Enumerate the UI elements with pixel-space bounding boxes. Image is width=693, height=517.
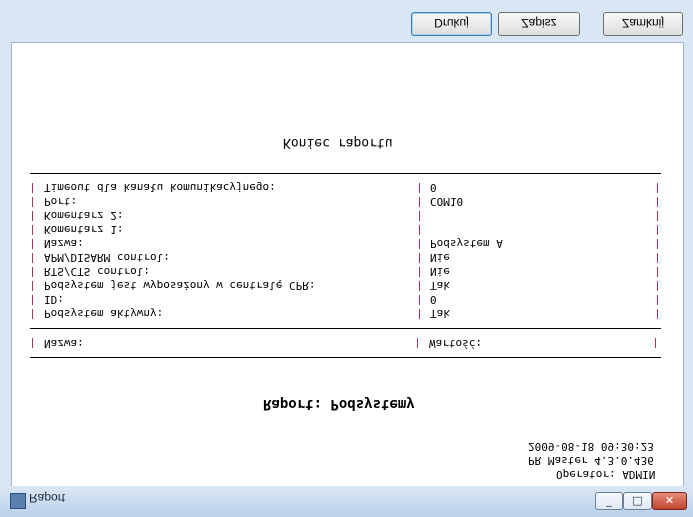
report-end-title: Koniec raportu: [283, 135, 393, 150]
app-icon: [10, 493, 26, 509]
table-divider: [30, 328, 661, 329]
cell-border: [657, 197, 658, 207]
table-row-label: Komentarz 1:: [44, 223, 124, 236]
close-button[interactable]: Zamknij: [603, 12, 683, 36]
column-header-name: Nazwa:: [44, 337, 84, 350]
cell-border: [657, 267, 658, 277]
cell-border: [419, 225, 420, 235]
cell-border: [657, 211, 658, 221]
table-row-label: ID:: [44, 293, 64, 306]
cell-border: [32, 253, 33, 263]
report-title: Raport: Podsystemy: [263, 396, 415, 412]
column-header-value: Wartość:: [429, 337, 482, 350]
cell-border: [419, 183, 420, 193]
window-title: Raport: [29, 491, 66, 505]
cell-border: [419, 309, 420, 319]
cell-border: [32, 338, 33, 348]
cell-border: [32, 309, 33, 319]
table-row-label: Komentarz 2:: [44, 209, 124, 222]
table-row-value: Tak: [430, 279, 450, 292]
cell-border: [32, 211, 33, 221]
table-row-value: 0: [430, 293, 437, 306]
cell-border: [657, 225, 658, 235]
minimize-button[interactable]: _: [595, 492, 623, 510]
cell-border: [419, 267, 420, 277]
cell-border: [32, 281, 33, 291]
table-top-line: [30, 173, 661, 174]
cell-border: [657, 253, 658, 263]
cell-border: [32, 295, 33, 305]
cell-border: [657, 295, 658, 305]
maximize-button[interactable]: □: [623, 492, 652, 510]
table-row-label: Nazwa:: [44, 237, 84, 250]
cell-border: [419, 253, 420, 263]
window-close-button[interactable]: ✕: [652, 492, 687, 510]
table-row-value: Podsystem A: [430, 237, 503, 250]
table-row-value: Tak: [430, 307, 450, 320]
cell-border: [657, 183, 658, 193]
cell-border: [655, 338, 656, 348]
table-row-value: Nie: [430, 251, 450, 264]
cell-border: [419, 211, 420, 221]
table-row-label: Timeout dla kanału komunikacyjnego:: [44, 181, 276, 194]
cell-border: [32, 225, 33, 235]
print-button[interactable]: Drukuj: [411, 12, 492, 36]
report-operator: Operator: ADMIN: [556, 468, 656, 481]
report-version: PR Master 4.3.0.436: [528, 454, 654, 467]
table-row-label: Port:: [44, 195, 78, 208]
table-row-label: RTS/CTS control:: [44, 265, 150, 278]
cell-border: [657, 239, 658, 249]
cell-border: [657, 281, 658, 291]
cell-border: [32, 267, 33, 277]
cell-border: [32, 197, 33, 207]
table-row-label: Podsystem aktywny:: [44, 307, 164, 320]
cell-border: [419, 197, 420, 207]
table-row-value: 0: [430, 181, 437, 194]
cell-border: [419, 281, 420, 291]
report-datetime: 2009-08-18 09:30:23: [528, 440, 654, 453]
cell-border: [419, 295, 420, 305]
table-bottom-line: [30, 357, 661, 358]
cell-border: [32, 183, 33, 193]
toolbar: Drukuj Zapisz Zamknij: [0, 0, 693, 42]
cell-border: [417, 338, 418, 348]
table-row-label: APM/DISARM control:: [44, 251, 170, 264]
cell-border: [32, 239, 33, 249]
report-window: Drukuj Zapisz Zamknij Koniec raportu Tim…: [0, 0, 693, 517]
cell-border: [657, 309, 658, 319]
cell-border: [419, 239, 420, 249]
table-row-value: Nie: [430, 265, 450, 278]
save-button[interactable]: Zapisz: [498, 12, 580, 36]
table-row-label: Podsystem jest wyposażony w centralę CPR…: [44, 279, 316, 292]
table-row-value: COM10: [430, 195, 464, 208]
title-bar[interactable]: [0, 486, 693, 517]
